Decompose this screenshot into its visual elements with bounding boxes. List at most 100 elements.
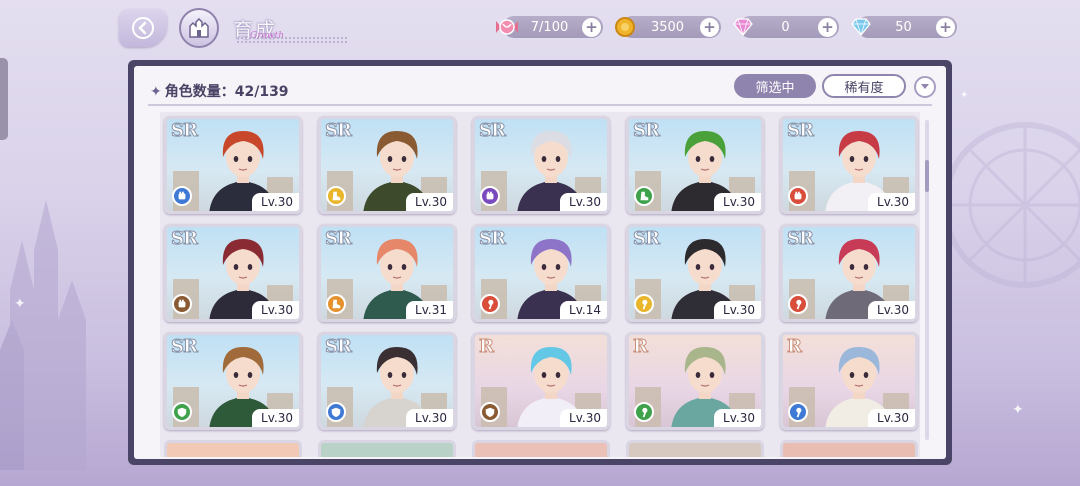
shield-icon: [485, 407, 495, 418]
element-badge: [480, 294, 500, 314]
currency-pink-gem: 0 +: [733, 16, 839, 38]
level-label: Lv.31: [406, 301, 453, 319]
shield-icon: [331, 407, 341, 418]
chevron-down-icon: [921, 84, 929, 89]
sparkle-decoration: ✦: [960, 90, 969, 101]
rarity-badge: SR: [171, 120, 199, 142]
level-label: Lv.30: [868, 409, 915, 427]
level-label: Lv.30: [252, 193, 299, 211]
rarity-badge: SR: [325, 336, 353, 358]
grid-scrollbar[interactable]: [925, 120, 929, 440]
back-arrow-icon: [132, 17, 154, 39]
element-badge: [788, 402, 808, 422]
character-card[interactable]: R Lv.30: [472, 332, 610, 430]
element-badge: [326, 186, 346, 206]
element-badge: [326, 294, 346, 314]
character-card[interactable]: SR Lv.30: [780, 116, 918, 214]
title-dot-decoration: [236, 36, 348, 44]
rarity-badge: SR: [479, 228, 507, 250]
level-label: Lv.30: [868, 193, 915, 211]
character-card-partial[interactable]: [318, 440, 456, 457]
character-card[interactable]: SR Lv.30: [318, 332, 456, 430]
element-badge: [326, 402, 346, 422]
rarity-badge: R: [479, 336, 495, 358]
gold-coin-icon: [611, 13, 639, 41]
fist-icon: [794, 191, 802, 200]
character-card[interactable]: R Lv.30: [780, 332, 918, 430]
fist-icon: [486, 191, 494, 200]
element-badge: [172, 186, 192, 206]
level-label: Lv.30: [868, 301, 915, 319]
level-label: Lv.30: [714, 193, 761, 211]
back-button[interactable]: [119, 9, 167, 47]
level-label: Lv.30: [252, 301, 299, 319]
character-card[interactable]: R Lv.30: [626, 332, 764, 430]
element-badge: [172, 294, 192, 314]
add-blue-gem-button[interactable]: +: [936, 17, 955, 37]
character-card-partial[interactable]: [164, 440, 302, 457]
element-badge: [788, 186, 808, 206]
level-label: Lv.30: [714, 409, 761, 427]
character-card-partial[interactable]: [626, 440, 764, 457]
level-label: Lv.30: [406, 193, 453, 211]
sparkle-decoration: ✦: [1012, 402, 1024, 418]
rarity-badge: SR: [633, 228, 661, 250]
side-drawer-handle[interactable]: [0, 58, 8, 140]
rarity-badge: R: [633, 336, 649, 358]
shield-icon: [177, 407, 187, 418]
boot-icon: [332, 191, 341, 201]
rarity-badge: R: [787, 336, 803, 358]
character-card[interactable]: SR Lv.30: [164, 224, 302, 322]
sparkle-decoration: ✦: [14, 296, 26, 312]
star-bullet-icon: ✦: [150, 84, 162, 100]
element-badge: [634, 294, 654, 314]
pink-diamond-icon: [729, 13, 757, 41]
level-label: Lv.30: [252, 409, 299, 427]
wand-icon: [796, 299, 802, 310]
rarity-badge: SR: [787, 228, 815, 250]
fist-icon: [178, 191, 186, 200]
rarity-sort-button[interactable]: 稀有度: [822, 74, 906, 98]
rarity-badge: SR: [479, 120, 507, 142]
character-card[interactable]: SR Lv.30: [472, 116, 610, 214]
add-stamina-button[interactable]: +: [582, 17, 601, 37]
character-card[interactable]: SR Lv.14: [472, 224, 610, 322]
element-badge: [634, 186, 654, 206]
element-badge: [634, 402, 654, 422]
candy-icon: [493, 13, 521, 41]
boot-icon: [332, 299, 341, 309]
character-card[interactable]: SR Lv.31: [318, 224, 456, 322]
character-card[interactable]: SR Lv.30: [626, 116, 764, 214]
character-card[interactable]: SR Lv.30: [780, 224, 918, 322]
character-card[interactable]: SR Lv.30: [164, 116, 302, 214]
character-card-partial[interactable]: [780, 440, 918, 457]
add-gold-button[interactable]: +: [700, 17, 719, 37]
character-grid[interactable]: SR Lv.30 SR Lv.30 SR Lv.30 SR Lv.30 SR Lv.30 SR Lv.…: [160, 112, 920, 457]
rarity-badge: SR: [171, 228, 199, 250]
character-count: ✦ 角色数量：42/139: [150, 81, 289, 101]
character-card[interactable]: SR Lv.30: [626, 224, 764, 322]
wand-icon: [642, 299, 648, 310]
home-button[interactable]: [179, 8, 219, 48]
level-label: Lv.14: [560, 301, 607, 319]
character-card[interactable]: SR Lv.30: [318, 116, 456, 214]
fist-icon: [178, 299, 186, 308]
blue-diamond-icon: [847, 13, 875, 41]
element-badge: [480, 186, 500, 206]
wand-icon: [796, 407, 802, 418]
sort-order-button[interactable]: [914, 76, 936, 98]
element-badge: [172, 402, 192, 422]
wand-icon: [642, 407, 648, 418]
boot-icon: [640, 191, 649, 201]
character-card-partial[interactable]: [472, 440, 610, 457]
currency-stamina: 7/100 +: [496, 16, 603, 38]
filter-button[interactable]: 筛选中: [734, 74, 816, 98]
level-label: Lv.30: [406, 409, 453, 427]
scrollbar-thumb[interactable]: [925, 160, 929, 192]
level-label: Lv.30: [560, 193, 607, 211]
add-pink-gem-button[interactable]: +: [818, 17, 837, 37]
character-panel: ✦ 角色数量：42/139 筛选中 稀有度 SR Lv.30 SR Lv.30 SR Lv.…: [128, 60, 952, 465]
character-card[interactable]: SR Lv.30: [164, 332, 302, 430]
castle-icon: [189, 18, 209, 38]
castle-silhouette: [0, 200, 86, 470]
